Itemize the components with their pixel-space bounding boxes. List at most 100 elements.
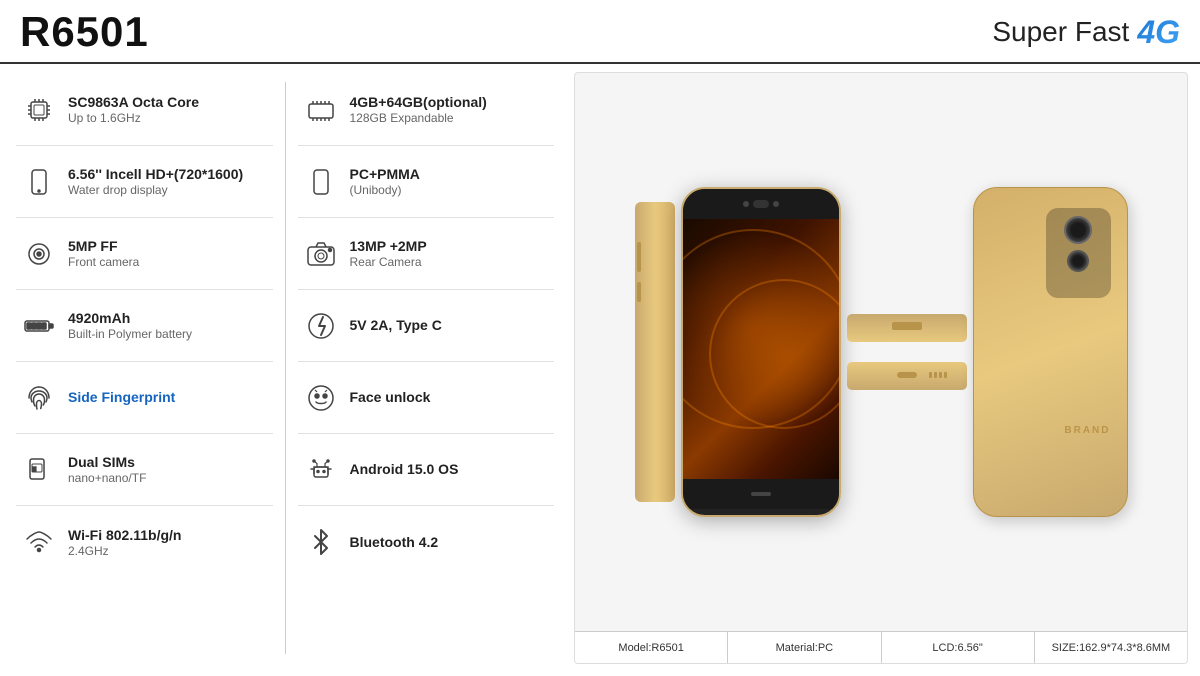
dot4 — [944, 372, 947, 378]
spec-ram-main: 4GB+64GB(optional) — [350, 94, 487, 110]
spec-bluetooth-main: Bluetooth 4.2 — [350, 534, 439, 550]
spec-body-sub: (Unibody) — [350, 183, 420, 197]
sim-icon: M — [20, 451, 58, 489]
spec-body-main: PC+PMMA — [350, 166, 420, 182]
spec-front-camera-main: 5MP FF — [68, 238, 139, 254]
body-icon — [302, 163, 340, 201]
spec-cpu-text: SC9863A Octa Core Up to 1.6GHz — [68, 94, 199, 125]
speaker-dots — [929, 372, 947, 378]
wifi-icon — [20, 523, 58, 561]
spec-charging: 5V 2A, Type C — [298, 290, 555, 362]
main-lens — [1064, 216, 1092, 244]
spec-face-unlock: Face unlock — [298, 362, 555, 434]
footer-lcd: LCD:6.56" — [882, 632, 1035, 663]
dot1 — [929, 372, 932, 378]
spec-bluetooth: Bluetooth 4.2 — [298, 506, 555, 578]
spec-wifi-text: Wi-Fi 802.11b/g/n 2.4GHz — [68, 527, 181, 558]
spec-front-camera-sub: Front camera — [68, 255, 139, 269]
battery-icon — [20, 307, 58, 345]
android-icon — [302, 451, 340, 489]
specs-col-right: 4GB+64GB(optional) 128GB Expandable PC+P… — [298, 74, 555, 662]
spec-charging-main: 5V 2A, Type C — [350, 317, 442, 333]
spec-rear-camera: 13MP +2MP Rear Camera — [298, 218, 555, 290]
spec-battery-sub: Built-in Polymer battery — [68, 327, 192, 341]
spec-sim: M Dual SIMs nano+nano/TF — [16, 434, 273, 506]
spec-footer: Model:R6501 Material:PC LCD:6.56" SIZE:1… — [575, 631, 1187, 663]
dot3 — [939, 372, 942, 378]
spec-fingerprint: Side Fingerprint — [16, 362, 273, 434]
secondary-lens — [1067, 250, 1089, 272]
spec-front-camera-text: 5MP FF Front camera — [68, 238, 139, 269]
spec-face-unlock-text: Face unlock — [350, 389, 431, 406]
phone-bottom-view — [847, 362, 967, 390]
image-panel: BRAND Model:R6501 Material:PC LCD:6.56" … — [574, 72, 1188, 664]
header: R6501 Super Fast 4G — [0, 0, 1200, 64]
footer-material: Material:PC — [728, 632, 881, 663]
dot2 — [934, 372, 937, 378]
spec-battery: 4920mAh Built-in Polymer battery — [16, 290, 273, 362]
camera-module — [1046, 208, 1111, 298]
spec-display: 6.56'' Incell HD+(720*1600) Water drop d… — [16, 146, 273, 218]
spec-body-text: PC+PMMA (Unibody) — [350, 166, 420, 197]
cpu-icon — [20, 91, 58, 129]
spec-battery-main: 4920mAh — [68, 310, 192, 326]
spec-bluetooth-text: Bluetooth 4.2 — [350, 534, 439, 551]
spec-ram-sub: 128GB Expandable — [350, 111, 487, 125]
spec-sim-sub: nano+nano/TF — [68, 471, 146, 485]
camera-dot-1 — [743, 201, 749, 207]
spec-wifi-main: Wi-Fi 802.11b/g/n — [68, 527, 181, 543]
spec-rear-camera-text: 13MP +2MP Rear Camera — [350, 238, 427, 269]
footer-size: SIZE:162.9*74.3*8.6MM — [1035, 632, 1187, 663]
phone-front-view — [681, 187, 841, 517]
spec-cpu-main: SC9863A Octa Core — [68, 94, 199, 110]
camera-wide — [753, 200, 769, 208]
ram-icon — [302, 91, 340, 129]
spec-sim-text: Dual SIMs nano+nano/TF — [68, 454, 146, 485]
spec-wifi-sub: 2.4GHz — [68, 544, 181, 558]
spec-body: PC+PMMA (Unibody) — [298, 146, 555, 218]
footer-model: Model:R6501 — [575, 632, 728, 663]
spec-wifi: Wi-Fi 802.11b/g/n 2.4GHz — [16, 506, 273, 578]
phone-back-view: BRAND — [973, 187, 1128, 517]
phone-side-view — [635, 202, 675, 502]
face-unlock-icon — [302, 379, 340, 417]
specs-panel: SC9863A Octa Core Up to 1.6GHz 6.56'' In… — [0, 64, 570, 672]
main-content: SC9863A Octa Core Up to 1.6GHz 6.56'' In… — [0, 64, 1200, 672]
col-divider — [285, 82, 286, 654]
specs-columns: SC9863A Octa Core Up to 1.6GHz 6.56'' In… — [16, 74, 554, 662]
bluetooth-icon — [302, 523, 340, 561]
phone-screen — [683, 219, 839, 479]
super-fast-label: Super Fast — [992, 16, 1129, 48]
phone-notch — [751, 492, 771, 496]
spec-rear-camera-main: 13MP +2MP — [350, 238, 427, 254]
spec-ram: 4GB+64GB(optional) 128GB Expandable — [298, 74, 555, 146]
4g-badge: 4G — [1137, 14, 1180, 51]
phone-top-view — [847, 314, 967, 342]
fingerprint-icon — [20, 379, 58, 417]
spec-fingerprint-main: Side Fingerprint — [68, 389, 175, 405]
camera-rear-icon — [302, 235, 340, 273]
phone-bottom-bar — [683, 479, 839, 509]
spec-battery-text: 4920mAh Built-in Polymer battery — [68, 310, 192, 341]
spec-android-text: Android 15.0 OS — [350, 461, 459, 478]
spec-cpu-sub: Up to 1.6GHz — [68, 111, 199, 125]
spec-display-text: 6.56'' Incell HD+(720*1600) Water drop d… — [68, 166, 243, 197]
phone-top-bar — [683, 189, 839, 219]
svg-text:M: M — [32, 467, 36, 473]
camera-dot-2 — [773, 201, 779, 207]
spec-android: Android 15.0 OS — [298, 434, 555, 506]
display-icon — [20, 163, 58, 201]
charging-icon — [302, 307, 340, 345]
phone-top-bottom-views — [847, 314, 967, 390]
spec-fingerprint-text: Side Fingerprint — [68, 389, 175, 406]
header-right: Super Fast 4G — [992, 14, 1180, 51]
product-title: R6501 — [20, 8, 149, 56]
spec-front-camera: 5MP FF Front camera — [16, 218, 273, 290]
phone-images: BRAND — [575, 73, 1187, 631]
spec-android-main: Android 15.0 OS — [350, 461, 459, 477]
spec-ram-text: 4GB+64GB(optional) 128GB Expandable — [350, 94, 487, 125]
spec-cpu: SC9863A Octa Core Up to 1.6GHz — [16, 74, 273, 146]
brand-text: BRAND — [1064, 425, 1110, 436]
spec-rear-camera-sub: Rear Camera — [350, 255, 427, 269]
camera-front-icon — [20, 235, 58, 273]
